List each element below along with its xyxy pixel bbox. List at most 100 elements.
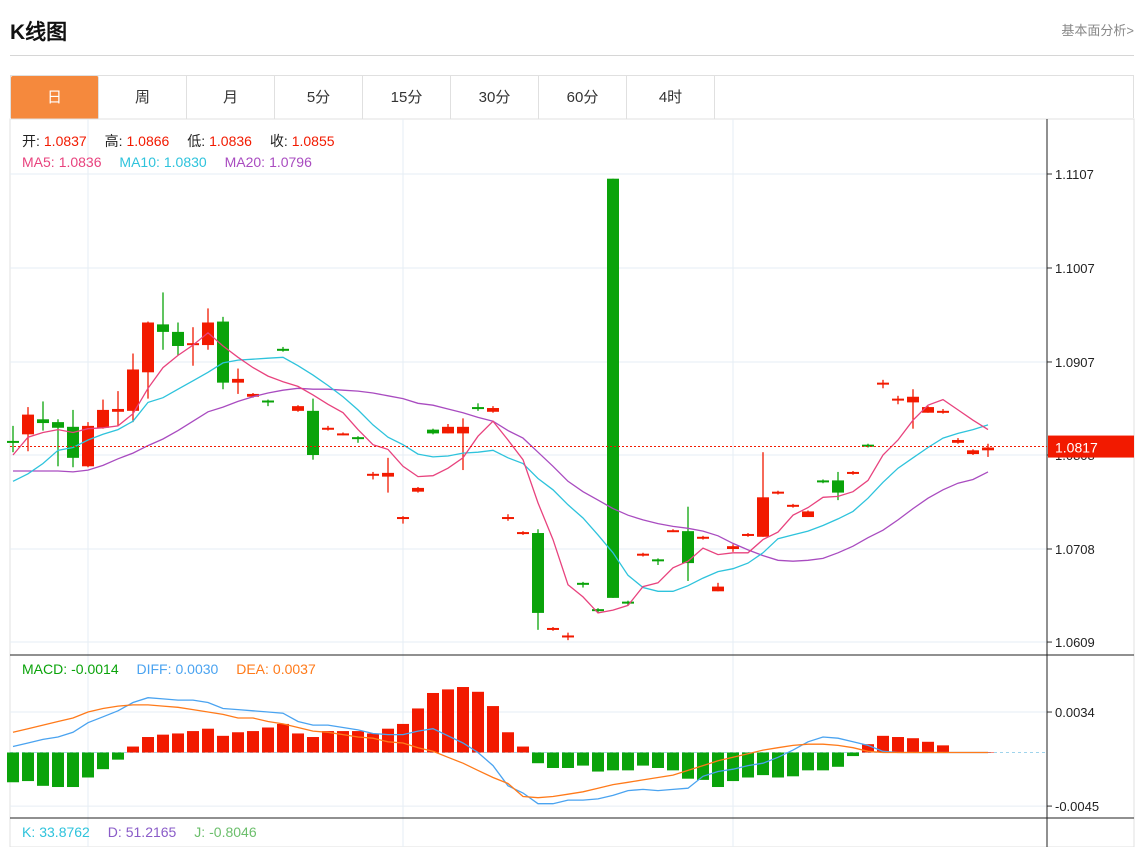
- candle-body: [892, 398, 904, 401]
- ma-legend: MA5: 1.0836 MA10: 1.0830 MA20: 1.0796: [22, 154, 316, 170]
- candle: [802, 510, 814, 518]
- macd-label: MACD:: [22, 661, 68, 677]
- candle: [412, 486, 424, 493]
- candle: [787, 503, 799, 508]
- candle: [22, 407, 34, 452]
- kline-chart[interactable]: 1.11071.10071.09071.08081.07081.06090.00…: [0, 0, 1146, 847]
- price-tick-label: 1.1007: [1055, 261, 1095, 276]
- macd-bar: [247, 731, 259, 753]
- macd-bar: [547, 752, 559, 768]
- macd-bar: [487, 706, 499, 753]
- candle: [907, 389, 919, 429]
- candle-body: [982, 447, 994, 451]
- candle-body: [472, 407, 484, 410]
- macd-bar: [907, 738, 919, 753]
- candle-body: [967, 450, 979, 455]
- candle-body: [232, 378, 244, 383]
- macd-bar: [262, 727, 274, 753]
- macd-bar: [97, 752, 109, 770]
- candle: [877, 379, 889, 389]
- ma5-line: [12, 331, 989, 614]
- candle: [382, 457, 394, 493]
- candle: [472, 403, 484, 411]
- macd-bar: [187, 731, 199, 753]
- candle: [547, 627, 559, 631]
- macd-bar: [397, 723, 409, 753]
- candle-body: [787, 504, 799, 507]
- candle-body: [367, 473, 379, 476]
- candle: [67, 409, 79, 468]
- candle: [157, 292, 169, 350]
- candle-body: [142, 322, 154, 373]
- candle-body: [517, 532, 529, 535]
- candle-body: [877, 382, 889, 385]
- macd-bar: [562, 752, 574, 768]
- candle: [667, 529, 679, 533]
- candle: [772, 490, 784, 495]
- candle-body: [22, 414, 34, 435]
- macd-bar: [307, 737, 319, 753]
- candle-body: [937, 410, 949, 413]
- macd-bar: [232, 732, 244, 753]
- macd-bar: [112, 752, 124, 760]
- candle-body: [427, 429, 439, 434]
- candle-body: [622, 601, 634, 604]
- last-price-label: 1.0817: [1055, 440, 1098, 456]
- j-value: -0.8046: [209, 824, 257, 840]
- candle: [532, 529, 544, 630]
- candle: [322, 425, 334, 431]
- high-value: 1.0866: [126, 133, 170, 149]
- ma5-value: 1.0836: [58, 154, 102, 170]
- candle: [307, 398, 319, 460]
- candle-body: [322, 427, 334, 430]
- macd-bar: [67, 752, 79, 788]
- macd-bar: [52, 752, 64, 788]
- candle: [202, 308, 214, 350]
- candle-body: [607, 178, 619, 598]
- candle-body: [172, 331, 184, 346]
- candle-body: [712, 586, 724, 592]
- candle: [652, 558, 664, 565]
- candle: [217, 316, 229, 390]
- dea-label: DEA:: [236, 661, 269, 677]
- candle-body: [52, 422, 64, 428]
- candle: [952, 438, 964, 444]
- candle-body: [532, 533, 544, 613]
- macd-bar: [502, 732, 514, 753]
- macd-tick-label: 0.0034: [1055, 705, 1095, 720]
- candle-body: [412, 487, 424, 492]
- ma10-value: 1.0830: [163, 154, 207, 170]
- ohlc-legend: 开: 1.0837 高: 1.0866 低: 1.0836 收: 1.0855: [22, 131, 339, 151]
- candle-body: [502, 517, 514, 520]
- candle-body: [697, 536, 709, 539]
- macd-bar: [202, 728, 214, 753]
- candle-body: [742, 533, 754, 536]
- candle: [457, 418, 469, 471]
- macd-bar: [127, 746, 139, 753]
- candle: [502, 514, 514, 521]
- candle: [697, 535, 709, 540]
- candle: [352, 436, 364, 443]
- high-label: 高:: [104, 133, 123, 149]
- macd-bar: [442, 689, 454, 753]
- macd-bar: [832, 752, 844, 767]
- candle: [517, 531, 529, 535]
- candle-body: [97, 409, 109, 428]
- candle-body: [37, 419, 49, 424]
- kdj-legend: K: 33.8762 D: 51.2165 J: -0.8046: [22, 824, 261, 840]
- low-label: 低:: [187, 133, 206, 149]
- candle-body: [382, 472, 394, 477]
- candle-body: [847, 471, 859, 474]
- macd-bar: [82, 752, 94, 778]
- candle-body: [652, 559, 664, 562]
- macd-bar: [607, 752, 619, 771]
- candle-body: [397, 517, 409, 520]
- macd-bar: [847, 752, 859, 757]
- ma20-label: MA20:: [224, 154, 266, 170]
- candle-body: [832, 480, 844, 493]
- macd-legend: MACD: -0.0014 DIFF: 0.0030 DEA: 0.0037: [22, 661, 320, 677]
- candle-body: [202, 322, 214, 346]
- open-label: 开:: [22, 133, 40, 149]
- macd-bar: [292, 733, 304, 753]
- price-tick-label: 1.1107: [1055, 167, 1094, 182]
